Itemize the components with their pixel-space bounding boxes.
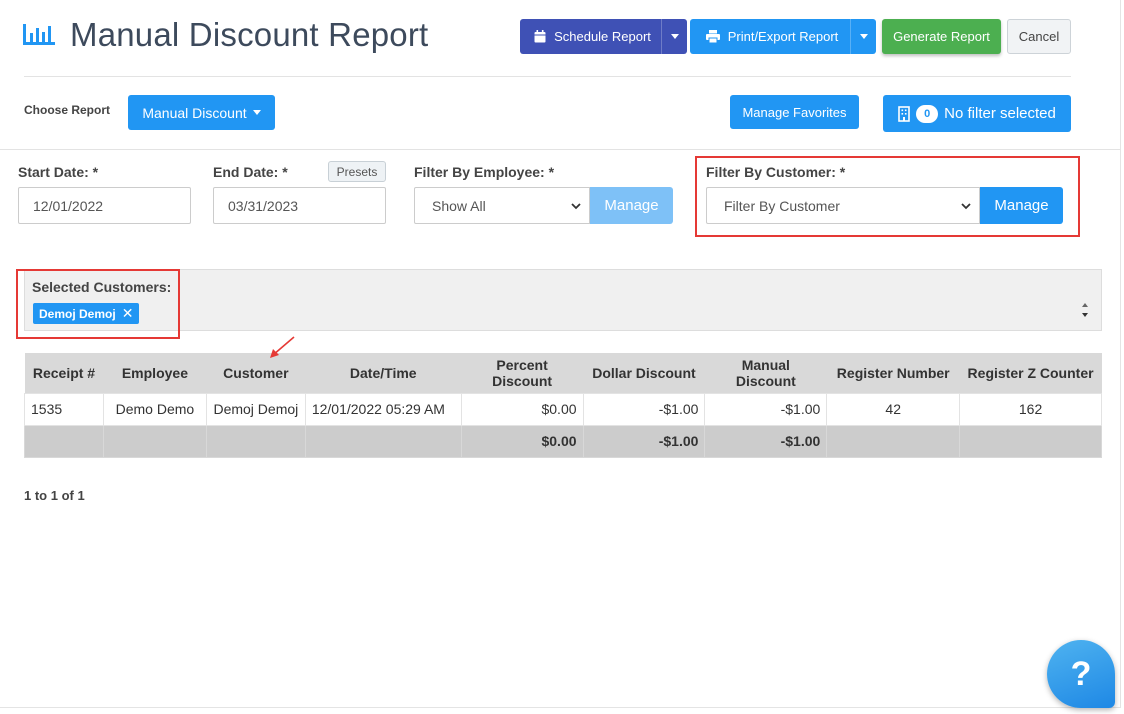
scroll-spinner-icon[interactable] — [1080, 298, 1090, 322]
column-header[interactable]: Employee — [103, 353, 207, 393]
employee-cell: Demo Demo — [102, 392, 207, 426]
table-header-row: Receipt # Employee Customer Date/Time Pe… — [24, 353, 1102, 393]
selected-customer-tag: Demoj Demoj ✕ — [33, 303, 140, 324]
manage-favorites-button[interactable]: Manage Favorites — [730, 95, 859, 129]
table-row: 1535 Demo Demo Demoj Demoj 12/01/2022 05… — [24, 392, 1102, 426]
caret-down-icon — [252, 110, 261, 115]
report-table: Receipt # Employee Customer Date/Time Pe… — [24, 353, 1102, 458]
manual-discount-cell: -$1.00 — [704, 392, 828, 426]
customer-cell: Demoj Demoj — [205, 392, 306, 426]
filter-status-label: No filter selected — [944, 105, 1056, 122]
chevron-down-icon — [571, 203, 581, 210]
start-date-label: Start Date: * — [18, 164, 99, 180]
help-button[interactable]: ? — [1047, 640, 1115, 708]
selected-customers-panel — [24, 269, 1102, 331]
totals-row: $0.00 -$1.00 -$1.00 — [24, 424, 1102, 458]
schedule-report-label: Schedule Report — [554, 29, 651, 44]
selected-customer-name: Demoj Demoj — [39, 306, 116, 321]
building-icon — [898, 105, 910, 122]
register-number-cell: 42 — [826, 392, 961, 426]
start-date-input[interactable]: 12/01/2022 — [18, 187, 191, 224]
bar-chart-icon — [23, 24, 55, 45]
manage-customer-button[interactable]: Manage — [980, 187, 1063, 224]
datetime-cell: 12/01/2022 05:29 AM — [304, 392, 462, 426]
page-title: Manual Discount Report — [70, 16, 429, 53]
total-cell — [24, 424, 104, 458]
selected-customers-label: Selected Customers: — [32, 279, 172, 295]
total-cell — [102, 424, 207, 458]
column-header[interactable]: Manual Discount — [704, 353, 827, 393]
dollar-discount-cell: -$1.00 — [582, 392, 706, 426]
column-header[interactable]: Register Z Counter — [959, 353, 1102, 393]
column-header[interactable]: Receipt # — [24, 353, 104, 393]
print-dropdown-toggle[interactable] — [850, 19, 876, 54]
report-selector-button[interactable]: Manual Discount — [128, 95, 275, 130]
customer-filter-value: Filter By Customer — [724, 197, 840, 214]
customer-filter-label: Filter By Customer: * — [706, 164, 846, 180]
remove-icon[interactable]: ✕ — [122, 305, 134, 322]
caret-down-icon — [670, 34, 679, 39]
total-dollar-discount: -$1.00 — [582, 424, 706, 458]
annotation-arrow-icon — [270, 336, 295, 358]
total-manual-discount: -$1.00 — [704, 424, 828, 458]
total-cell — [304, 424, 462, 458]
total-cell — [959, 424, 1102, 458]
column-header[interactable]: Register Number — [826, 353, 960, 393]
customer-filter-select[interactable]: Filter By Customer — [706, 187, 980, 224]
employee-filter-label: Filter By Employee: * — [414, 164, 555, 180]
schedule-dropdown-toggle[interactable] — [661, 19, 687, 54]
column-header[interactable]: Dollar Discount — [583, 353, 705, 393]
end-date-input[interactable]: 03/31/2023 — [213, 187, 386, 224]
column-header[interactable]: Date/Time — [305, 353, 462, 393]
calendar-icon — [534, 30, 546, 43]
column-header[interactable]: Percent Discount — [461, 353, 584, 393]
chevron-down-icon — [961, 203, 971, 210]
printer-icon — [705, 30, 720, 43]
presets-button[interactable]: Presets — [328, 161, 386, 182]
print-export-button[interactable]: Print/Export Report — [690, 19, 876, 54]
divider — [24, 76, 1071, 77]
caret-down-icon — [859, 34, 868, 39]
report-selector-label: Manual Discount — [142, 104, 247, 121]
total-percent-discount: $0.00 — [460, 424, 584, 458]
total-cell — [205, 424, 306, 458]
filter-count-badge: 0 — [916, 104, 939, 123]
pagination-info: 1 to 1 of 1 — [24, 488, 85, 503]
total-cell — [826, 424, 961, 458]
percent-discount-cell: $0.00 — [460, 392, 584, 426]
cancel-button[interactable]: Cancel — [1007, 19, 1071, 54]
manage-employee-button[interactable]: Manage — [590, 187, 673, 224]
register-z-counter-cell: 162 — [959, 392, 1102, 426]
filter-status-button[interactable]: 0 No filter selected — [883, 95, 1071, 132]
print-export-label: Print/Export Report — [727, 29, 839, 44]
divider — [0, 149, 1121, 150]
schedule-report-button[interactable]: Schedule Report — [520, 19, 687, 54]
end-date-label: End Date: * — [213, 164, 288, 180]
receipt-cell: 1535 — [24, 392, 104, 426]
employee-filter-select[interactable]: Show All — [414, 187, 590, 224]
choose-report-label: Choose Report — [24, 103, 111, 117]
generate-report-button[interactable]: Generate Report — [882, 19, 1001, 54]
employee-filter-value: Show All — [432, 197, 486, 214]
